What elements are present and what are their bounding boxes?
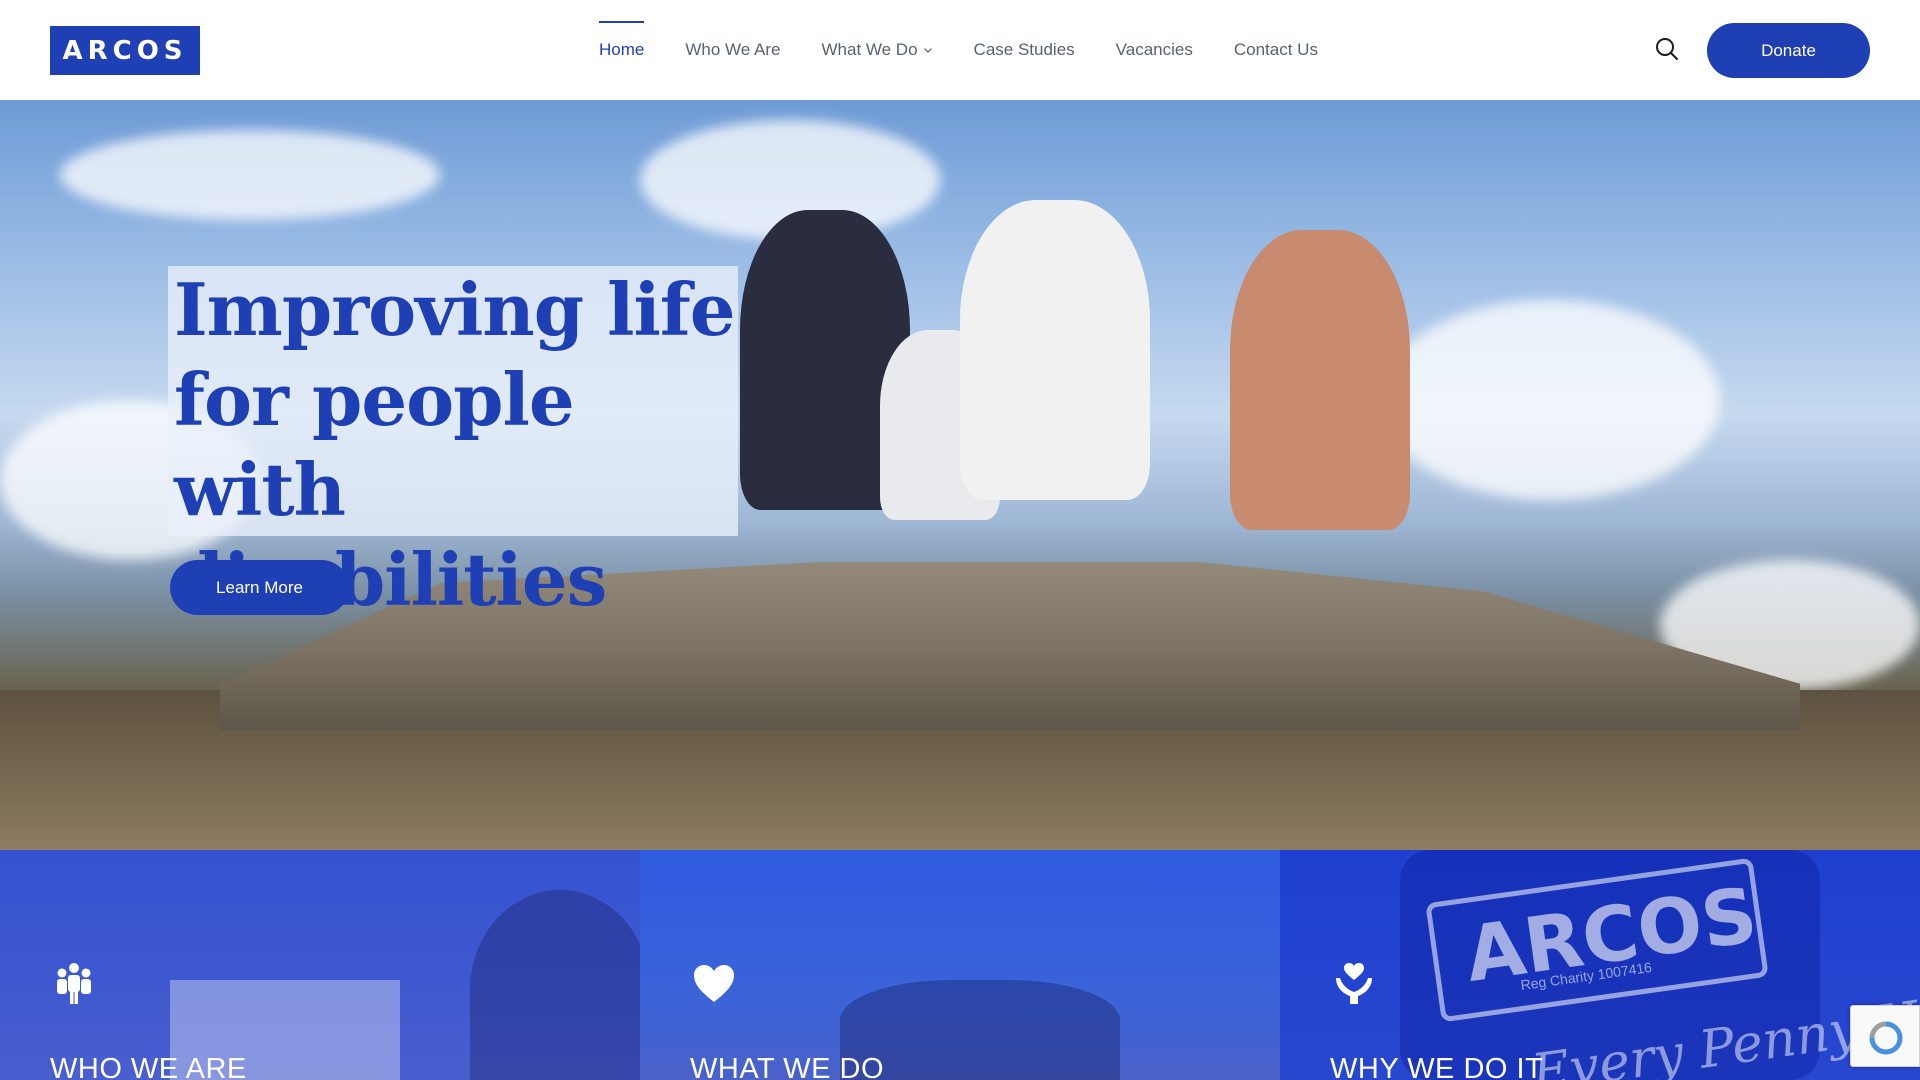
main-nav: Home Who We Are What We Do Case Studies … xyxy=(599,0,1359,100)
feature-panels: WHO WE ARE WHAT WE DO ARCOS Reg Charity … xyxy=(0,850,1920,1080)
nav-home[interactable]: Home xyxy=(599,0,645,100)
recaptcha-icon xyxy=(1869,1021,1903,1055)
hero-photo-cloud xyxy=(1380,300,1720,500)
learn-more-button[interactable]: Learn More xyxy=(170,560,349,615)
panel-title: WHO WE ARE xyxy=(50,1053,247,1080)
nav-vacancies[interactable]: Vacancies xyxy=(1116,0,1193,100)
donate-button[interactable]: Donate xyxy=(1707,23,1870,78)
caring-hands-icon xyxy=(1336,963,1372,1004)
nav-contact-us[interactable]: Contact Us xyxy=(1234,0,1318,100)
hero-photo-cloud xyxy=(60,130,440,220)
panel-what-we-do[interactable]: WHAT WE DO xyxy=(640,850,1280,1080)
arcos-logo[interactable]: ARCOS xyxy=(50,26,200,75)
panel-photo-tree xyxy=(470,890,640,1080)
nav-case-studies[interactable]: Case Studies xyxy=(974,0,1075,100)
people-icon xyxy=(57,963,91,1004)
search-icon[interactable] xyxy=(1654,36,1680,62)
hero-banner: Improving life for people with disabilit… xyxy=(0,100,1920,850)
heart-icon xyxy=(694,965,734,1002)
nav-what-we-do-label: What We Do xyxy=(821,40,918,59)
chevron-down-icon xyxy=(923,48,932,53)
hero-title-line: Improving life xyxy=(174,267,736,352)
hero-photo-person xyxy=(960,200,1150,500)
recaptcha-badge[interactable] xyxy=(1850,1005,1920,1067)
nav-who-we-are[interactable]: Who We Are xyxy=(685,0,780,100)
hero-photo-person xyxy=(1230,230,1410,530)
site-header: ARCOS Home Who We Are What We Do Case St… xyxy=(0,0,1920,100)
panel-title: WHAT WE DO xyxy=(690,1053,885,1080)
hero-title-line: for people with xyxy=(174,357,575,532)
nav-what-we-do[interactable]: What We Do xyxy=(821,0,932,100)
panel-why-we-do-it[interactable]: ARCOS Reg Charity 1007416 Every Penny He… xyxy=(1280,850,1920,1080)
panel-title: WHY WE DO IT xyxy=(1330,1053,1544,1080)
panel-who-we-are[interactable]: WHO WE ARE xyxy=(0,850,640,1080)
